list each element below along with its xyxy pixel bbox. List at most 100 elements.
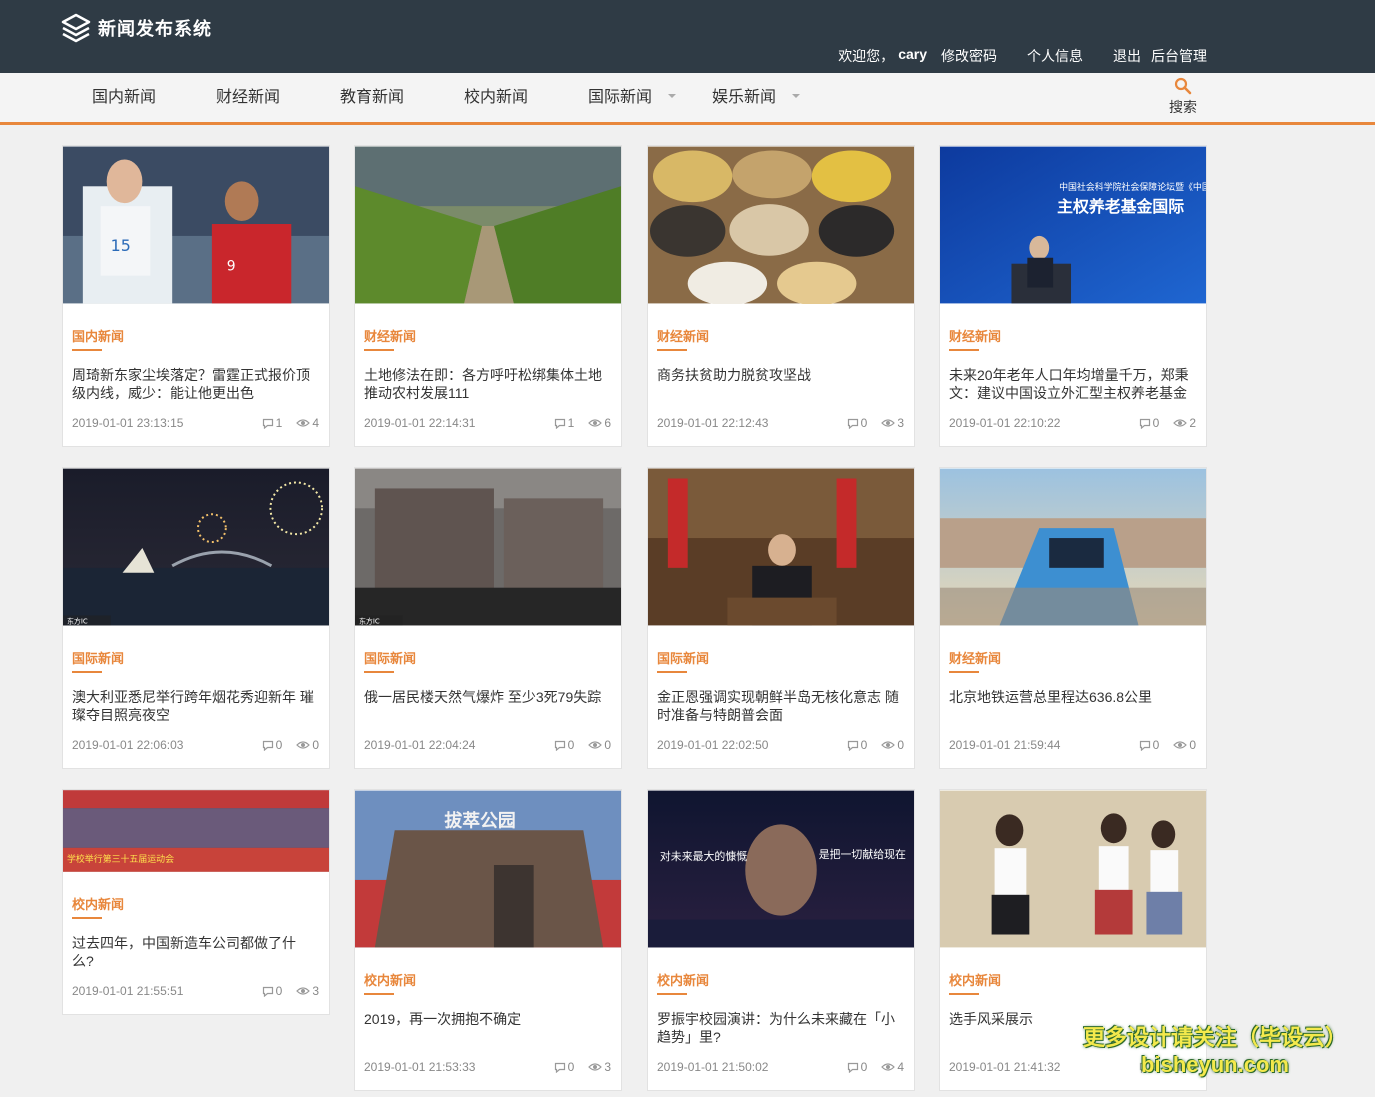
svg-text:15: 15: [111, 236, 131, 255]
comment-icon: [1139, 418, 1150, 429]
article-image-grains: [648, 146, 914, 304]
view-count: 4: [897, 1060, 904, 1074]
nav-entertainment[interactable]: 娱乐新闻: [712, 73, 836, 122]
comment-icon: [554, 1062, 565, 1073]
article-image-building: 东方IC: [355, 468, 621, 625]
view-count: 0: [312, 738, 319, 752]
view-count: 0: [604, 738, 611, 752]
article-image-park: 拔萃公园: [355, 790, 621, 948]
comment-icon: [262, 986, 273, 997]
image-caption: 拔萃公园: [444, 809, 515, 831]
article-category: 校内新闻: [657, 970, 709, 995]
article-title[interactable]: 周琦新东家尘埃落定？雷霆正式报价顶级内线，威少：能让他更出色: [72, 366, 315, 402]
article-title[interactable]: 金正恩强调实现朝鲜半岛无核化意志 随时准备与特朗普会面: [657, 688, 900, 724]
news-card[interactable]: 财经新闻 商务扶贫助力脱贫攻坚战 2019-01-01 22:12:43 0 3: [647, 145, 915, 447]
change-password-link[interactable]: 修改密码: [941, 46, 997, 66]
app-title: 新闻发布系统: [98, 19, 212, 39]
nav-domestic[interactable]: 国内新闻: [92, 73, 216, 122]
article-title[interactable]: 澳大利亚悉尼举行跨年烟花秀迎新年 璀璨夺目照亮夜空: [72, 688, 315, 724]
article-title[interactable]: 未来20年老年人口年均增量千万，郑秉文：建议中国设立外汇型主权养老基金: [949, 366, 1192, 402]
comment-icon: [847, 740, 858, 751]
comment-count: 0: [567, 738, 575, 752]
article-title[interactable]: 北京地铁运营总里程达636.8公里: [949, 688, 1192, 724]
view-count: 6: [604, 416, 611, 430]
search-label: 搜索: [1169, 99, 1197, 115]
eye-icon: [881, 1063, 896, 1071]
comment-count: 0: [1152, 416, 1160, 430]
image-caption: 中国社会科学院社会保障论坛暨《中国: [1059, 181, 1206, 193]
article-image-subway: [940, 468, 1206, 626]
eye-icon: [588, 1063, 603, 1071]
comment-count: 0: [860, 738, 868, 752]
article-category: 财经新闻: [949, 326, 1001, 351]
news-card[interactable]: 对未来最大的慷慨 是把一切献给现在 校内新闻 罗振宇校园演讲：为什么未来藏在「小…: [647, 789, 915, 1091]
article-date: 2019-01-01 21:41:32: [949, 1060, 1061, 1074]
article-title[interactable]: 罗振宇校园演讲：为什么未来藏在「小趋势」里?: [657, 1010, 900, 1046]
news-card[interactable]: 财经新闻 北京地铁运营总里程达636.8公里 2019-01-01 21:59:…: [939, 467, 1207, 769]
article-image-basketball: 15 9: [63, 146, 329, 304]
article-title[interactable]: 俄一居民楼天然气爆炸 至少3死79失踪: [364, 688, 607, 724]
admin-link[interactable]: 后台管理: [1151, 46, 1207, 66]
eye-icon: [1173, 741, 1188, 749]
article-date: 2019-01-01 21:55:51: [72, 984, 184, 998]
chevron-down-icon: [668, 93, 677, 98]
news-card[interactable]: 学校举行第三十五届运动会 校内新闻 过去四年，中国新造车公司都做了什么? 201…: [62, 789, 330, 1015]
article-date: 2019-01-01 22:04:24: [364, 738, 476, 752]
news-card[interactable]: 15 9 国内新闻 周琦新东家尘埃落定？雷霆正式报价顶级内线，威少：能让他更出色…: [62, 145, 330, 447]
comment-icon: [554, 418, 565, 429]
article-category: 国际新闻: [657, 648, 709, 673]
news-card[interactable]: 东方IC 国际新闻 澳大利亚悉尼举行跨年烟花秀迎新年 璀璨夺目照亮夜空 2019…: [62, 467, 330, 769]
article-title[interactable]: 土地修法在即：各方呼吁松绑集体土地推动农村发展111: [364, 366, 607, 402]
article-category: 校内新闻: [949, 970, 1001, 995]
news-card[interactable]: 拔萃公园 校内新闻 2019，再一次拥抱不确定 2019-01-01 21:53…: [354, 789, 622, 1091]
comment-count: 0: [275, 738, 283, 752]
article-date: 2019-01-01 22:06:03: [72, 738, 184, 752]
article-title[interactable]: 过去四年，中国新造车公司都做了什么?: [72, 934, 315, 970]
comment-count: 1: [567, 416, 575, 430]
welcome-text: 欢迎您，: [838, 48, 895, 64]
nav-finance[interactable]: 财经新闻: [216, 73, 340, 122]
image-caption: 东方IC: [359, 616, 380, 625]
view-count: 3: [312, 984, 319, 998]
nav-label: 教育新闻: [340, 89, 405, 106]
comment-icon: [262, 418, 273, 429]
nav-label: 国内新闻: [92, 89, 157, 106]
article-image-sports-meeting: 学校举行第三十五届运动会: [63, 790, 329, 872]
article-category: 校内新闻: [72, 894, 124, 919]
nav-education[interactable]: 教育新闻: [340, 73, 464, 122]
site-logo[interactable]: 新闻发布系统: [60, 12, 212, 44]
view-count: 3: [897, 416, 904, 430]
news-card[interactable]: 东方IC 国际新闻 俄一居民楼天然气爆炸 至少3死79失踪 2019-01-01…: [354, 467, 622, 769]
article-category: 国际新闻: [72, 648, 124, 673]
news-card[interactable]: 中国社会科学院社会保障论坛暨《中国 主权养老基金国际 财经新闻 未来20年老年人…: [939, 145, 1207, 447]
nav-label: 财经新闻: [216, 89, 281, 106]
layers-icon: [60, 12, 92, 44]
image-caption: 东方IC: [67, 616, 88, 625]
comment-icon: [847, 1062, 858, 1073]
article-title[interactable]: 2019，再一次拥抱不确定: [364, 1010, 607, 1046]
nav-international[interactable]: 国际新闻: [588, 73, 712, 122]
comment-count: 0: [860, 416, 868, 430]
search-button[interactable]: 搜索: [1167, 77, 1199, 117]
nav-campus[interactable]: 校内新闻: [464, 73, 588, 122]
news-card[interactable]: 国际新闻 金正恩强调实现朝鲜半岛无核化意志 随时准备与特朗普会面 2019-01…: [647, 467, 915, 769]
eye-icon: [1173, 419, 1188, 427]
nav-label: 娱乐新闻: [712, 89, 777, 106]
search-icon: [1174, 77, 1192, 95]
category-nav: 国内新闻 财经新闻 教育新闻 校内新闻 国际新闻 娱乐新闻 搜索: [0, 73, 1375, 125]
article-image-stage: 对未来最大的慷慨 是把一切献给现在: [648, 790, 914, 948]
news-card[interactable]: 财经新闻 土地修法在即：各方呼吁松绑集体土地推动农村发展111 2019-01-…: [354, 145, 622, 447]
view-count: 2: [1189, 416, 1196, 430]
logout-link[interactable]: 退出: [1113, 46, 1141, 66]
image-caption: 主权养老基金国际: [1057, 197, 1184, 216]
article-image-conference: 中国社会科学院社会保障论坛暨《中国 主权养老基金国际: [940, 146, 1206, 304]
article-category: 财经新闻: [949, 648, 1001, 673]
comment-icon: [554, 740, 565, 751]
article-title[interactable]: 商务扶贫助力脱贫攻坚战: [657, 366, 900, 402]
top-header: 新闻发布系统 欢迎您， cary 修改密码 个人信息 退出 后台管理: [0, 0, 1375, 73]
article-image-cornfield: [355, 146, 621, 304]
view-count: 0: [897, 738, 904, 752]
comment-count: 0: [567, 1060, 575, 1074]
article-category: 国际新闻: [364, 648, 416, 673]
profile-link[interactable]: 个人信息: [1027, 46, 1083, 66]
